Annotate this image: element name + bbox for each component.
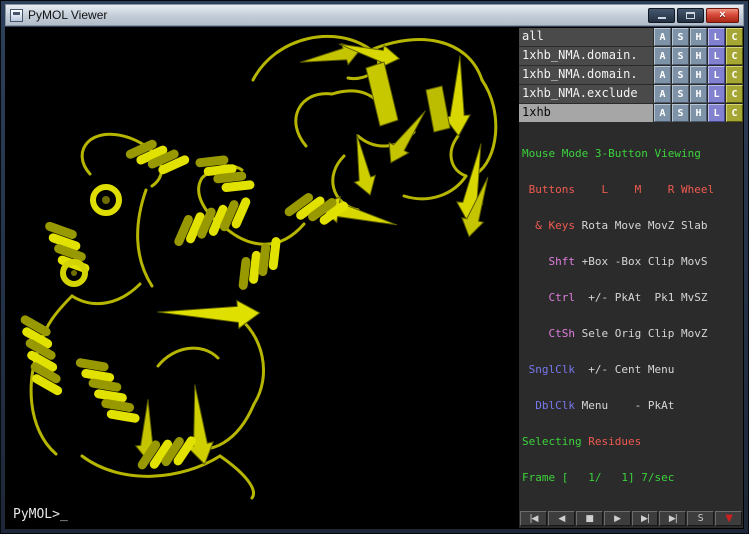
ctsh-values: Sele Orig Clip MovZ: [582, 327, 708, 340]
object-row: 1xhb_NMA.exclude A S H L C: [519, 85, 743, 103]
snglclk-label: SnglClk: [522, 363, 582, 376]
color-menu-button[interactable]: C: [726, 66, 743, 84]
snglclk-values: +/- Cent Menu: [582, 363, 675, 376]
main-content: PyMOL>_ all A S H L C 1xhb_NMA.domain. A…: [5, 27, 744, 529]
keys-label: & Keys: [522, 219, 582, 232]
3d-viewport[interactable]: PyMOL>_: [6, 28, 518, 528]
buttons-header-line: Buttons L M R Wheel: [522, 184, 740, 196]
skip-to-start-button[interactable]: |◀: [520, 511, 547, 526]
mouse-mode-line: Mouse Mode 3-Button Viewing: [522, 148, 740, 160]
dblclk-label: DblClk: [522, 399, 582, 412]
hide-menu-button[interactable]: H: [690, 85, 707, 103]
s-toggle-button[interactable]: S: [687, 511, 714, 526]
snglclk-line: SnglClk +/- Cent Menu: [522, 364, 740, 376]
hide-menu-button[interactable]: H: [690, 104, 707, 122]
ctrl-values: +/- PkAt Pk1 MvSZ: [582, 291, 708, 304]
buttons-columns: L M R Wheel: [582, 183, 714, 196]
ctrl-line: Ctrl +/- PkAt Pk1 MvSZ: [522, 292, 740, 304]
window-title: PyMOL Viewer: [28, 8, 107, 22]
ctsh-label: CtSh: [522, 327, 582, 340]
object-name[interactable]: 1xhb_NMA.domain.: [519, 47, 653, 65]
mouse-mode-value[interactable]: 3-Button Viewing: [595, 147, 701, 160]
show-menu-button[interactable]: S: [672, 104, 689, 122]
dblclk-values: Menu - PkAt: [582, 399, 675, 412]
movie-controls: |◀ ◀ ■ ▶ ▶| ▶| S ▼: [519, 510, 743, 528]
action-menu-button[interactable]: A: [654, 85, 671, 103]
color-menu-button[interactable]: C: [726, 47, 743, 65]
minimize-button[interactable]: [648, 8, 675, 23]
stop-button[interactable]: ■: [576, 511, 603, 526]
step-back-button[interactable]: ◀: [548, 511, 575, 526]
ctsh-line: CtSh Sele Orig Clip MovZ: [522, 328, 740, 340]
window-controls: ×: [648, 8, 739, 23]
action-menu-button[interactable]: A: [654, 47, 671, 65]
close-icon: ×: [719, 9, 725, 21]
buttons-label: Buttons: [522, 183, 582, 196]
minimize-icon: [658, 17, 666, 19]
object-name-all[interactable]: all: [519, 28, 653, 46]
mouse-mode-label[interactable]: Mouse Mode: [522, 147, 595, 160]
hide-menu-button[interactable]: H: [690, 28, 707, 46]
color-menu-button[interactable]: C: [726, 85, 743, 103]
action-menu-button[interactable]: A: [654, 104, 671, 122]
selecting-label[interactable]: Selecting: [522, 435, 588, 448]
ctrl-label: Ctrl: [522, 291, 582, 304]
object-name-1xhb[interactable]: 1xhb: [519, 104, 653, 122]
play-button[interactable]: ▶: [604, 511, 631, 526]
object-row: all A S H L C: [519, 28, 743, 46]
action-menu-button[interactable]: A: [654, 28, 671, 46]
frame-line: Frame [ 1/ 1] 7/sec: [522, 472, 740, 484]
selecting-mode-value[interactable]: Residues: [588, 435, 641, 448]
object-row: 1xhb_NMA.domain. A S H L C: [519, 66, 743, 84]
show-menu-button[interactable]: S: [672, 85, 689, 103]
object-name[interactable]: 1xhb_NMA.exclude: [519, 85, 653, 103]
hide-menu-button[interactable]: H: [690, 47, 707, 65]
label-menu-button[interactable]: L: [708, 28, 725, 46]
object-row-selected: 1xhb A S H L C: [519, 104, 743, 122]
color-menu-button[interactable]: C: [726, 104, 743, 122]
app-icon: [10, 9, 23, 22]
show-menu-button[interactable]: S: [672, 66, 689, 84]
object-row: 1xhb_NMA.domain. A S H L C: [519, 47, 743, 65]
step-forward-button[interactable]: ▶|: [632, 511, 659, 526]
show-menu-button[interactable]: S: [672, 47, 689, 65]
hide-menu-button[interactable]: H: [690, 66, 707, 84]
maximize-button[interactable]: [677, 8, 704, 23]
keys-values: Rota Move MovZ Slab: [582, 219, 708, 232]
shift-line: Shft +Box -Box Clip MovS: [522, 256, 740, 268]
command-prompt[interactable]: PyMOL>_: [13, 507, 68, 522]
object-name[interactable]: 1xhb_NMA.domain.: [519, 66, 653, 84]
color-menu-button[interactable]: C: [726, 28, 743, 46]
label-menu-button[interactable]: L: [708, 85, 725, 103]
label-menu-button[interactable]: L: [708, 47, 725, 65]
internal-gui-panel: all A S H L C 1xhb_NMA.domain. A S H L C…: [518, 28, 743, 528]
maximize-icon: [686, 12, 695, 19]
close-button[interactable]: ×: [706, 8, 739, 23]
keys-line: & Keys Rota Move MovZ Slab: [522, 220, 740, 232]
dblclk-line: DblClk Menu - PkAt: [522, 400, 740, 412]
titlebar[interactable]: PyMOL Viewer ×: [5, 4, 744, 26]
action-menu-button[interactable]: A: [654, 66, 671, 84]
frame-counter: Frame [ 1/ 1] 7/sec: [522, 471, 674, 484]
mouse-help-panel: Mouse Mode 3-Button Viewing Buttons L M …: [519, 123, 743, 510]
shift-label: Shft: [522, 255, 582, 268]
label-menu-button[interactable]: L: [708, 66, 725, 84]
label-menu-button[interactable]: L: [708, 104, 725, 122]
skip-to-end-button[interactable]: ▶|: [659, 511, 686, 526]
collapse-panel-button[interactable]: ▼: [715, 511, 742, 526]
selecting-line: Selecting Residues: [522, 436, 740, 448]
shift-values: +Box -Box Clip MovS: [582, 255, 708, 268]
object-list: all A S H L C 1xhb_NMA.domain. A S H L C…: [519, 28, 743, 123]
pymol-window: PyMOL Viewer ×: [0, 0, 749, 534]
protein-cartoon: [6, 28, 518, 528]
show-menu-button[interactable]: S: [672, 28, 689, 46]
